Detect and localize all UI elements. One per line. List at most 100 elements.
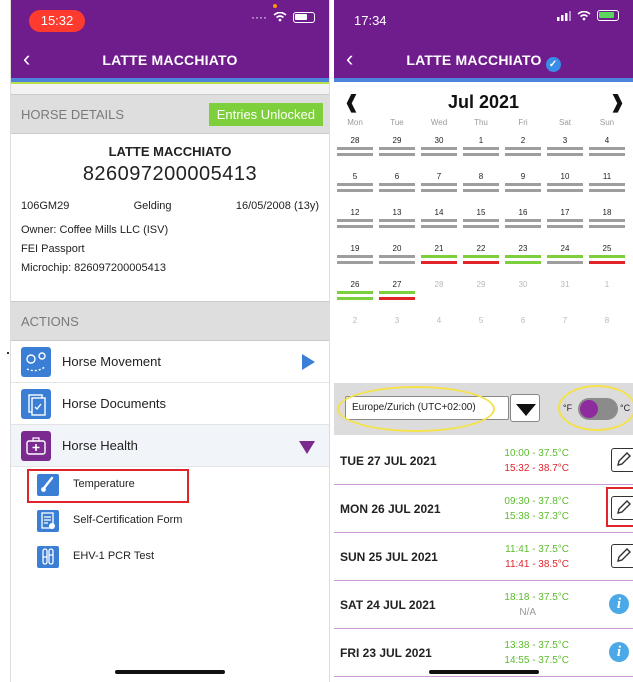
edit-pencil-icon[interactable]: [611, 448, 633, 472]
horse-movement-icon: [21, 347, 51, 377]
calendar-day[interactable]: 12: [334, 204, 376, 240]
reading-status-bar: [547, 189, 583, 192]
calendar-day[interactable]: 2: [334, 312, 376, 348]
reading-status-bar: [463, 219, 499, 222]
reading-status-bar: [337, 225, 373, 228]
calendar-day[interactable]: 8: [586, 312, 628, 348]
next-month-icon[interactable]: ❱: [610, 92, 625, 113]
day-number: 27: [392, 280, 402, 289]
calendar-day[interactable]: 5: [334, 168, 376, 204]
reading-status-bar: [547, 225, 583, 228]
action-horse-health[interactable]: Horse Health: [11, 425, 329, 467]
day-number: 5: [352, 172, 358, 181]
day-number: 12: [350, 208, 360, 217]
collapse-arrow-icon[interactable]: [299, 441, 315, 454]
day-number: 15: [476, 208, 486, 217]
temperature-row[interactable]: MON 26 JUL 2021 09:30 - 37.8°C 15:38 - 37.…: [334, 485, 633, 533]
calendar-day[interactable]: 14: [418, 204, 460, 240]
info-icon[interactable]: i: [609, 642, 629, 662]
home-indicator[interactable]: [115, 670, 225, 674]
day-number: 5: [478, 316, 484, 325]
weekday-label: Thu: [474, 118, 488, 127]
wifi-icon: [273, 12, 287, 22]
calendar-day[interactable]: 3: [544, 132, 586, 168]
day-number: 24: [560, 244, 570, 253]
calendar-day[interactable]: 16: [502, 204, 544, 240]
reading-date: SUN 25 JUL 2021: [340, 550, 438, 564]
reading-status-bar: [337, 153, 373, 156]
calendar-day[interactable]: 6: [376, 168, 418, 204]
documents-icon: [21, 389, 51, 419]
reading-status-bar: [337, 291, 373, 294]
calendar-day[interactable]: 4: [586, 132, 628, 168]
day-number: 2: [352, 316, 358, 325]
calendar-day[interactable]: 21: [418, 240, 460, 276]
reading-status-bar: [337, 219, 373, 222]
play-arrow-icon[interactable]: [302, 354, 315, 370]
reading-value: 15:32 - 38.7°C: [504, 463, 569, 474]
calendar-day[interactable]: 1: [586, 276, 628, 312]
temperature-row[interactable]: SUN 25 JUL 2021 11:41 - 37.5°C 11:41 - 38.…: [334, 533, 633, 581]
calendar-day[interactable]: 22: [460, 240, 502, 276]
calendar-day[interactable]: 13: [376, 204, 418, 240]
annotation-ellipse: [337, 386, 495, 432]
reading-status-bar: [505, 219, 541, 222]
calendar-week: 19 20 21 22 23 24 25: [334, 240, 633, 276]
calendar-day[interactable]: 24: [544, 240, 586, 276]
calendar-day[interactable]: 7: [418, 168, 460, 204]
calendar-day[interactable]: 28: [418, 276, 460, 312]
calendar-day[interactable]: 2: [502, 132, 544, 168]
calendar-day[interactable]: 7: [544, 312, 586, 348]
day-number: 9: [520, 172, 526, 181]
entries-unlocked-button[interactable]: Entries Unlocked: [208, 103, 323, 126]
temperature-row[interactable]: SAT 24 JUL 2021 18:18 - 37.5°C N/A i: [334, 581, 633, 629]
calendar-day[interactable]: 26: [334, 276, 376, 312]
action-horse-documents[interactable]: Horse Documents: [11, 383, 329, 425]
calendar-day[interactable]: 1: [460, 132, 502, 168]
day-number: 11: [602, 172, 612, 181]
calendar-day[interactable]: 20: [376, 240, 418, 276]
calendar-day[interactable]: 30: [502, 276, 544, 312]
calendar-day[interactable]: 5: [460, 312, 502, 348]
calendar-day[interactable]: 6: [502, 312, 544, 348]
calendar-day[interactable]: 9: [502, 168, 544, 204]
status-time: 17:34: [354, 13, 387, 28]
calendar-day[interactable]: 29: [460, 276, 502, 312]
calendar-day[interactable]: 31: [544, 276, 586, 312]
reading-values: 13:38 - 37.5°C 14:55 - 37.5°C: [504, 638, 569, 668]
home-indicator[interactable]: [428, 670, 539, 674]
calendar-day[interactable]: 17: [544, 204, 586, 240]
certificate-form-icon: [37, 510, 59, 532]
reading-value: 10:00 - 37.5°C: [504, 448, 569, 459]
calendar-day[interactable]: 3: [376, 312, 418, 348]
calendar-grid: 28 29 30 1 2 3 4 5 6 7 8 9 10 11 12 13 14 15 16 17 18 19 20 21 2…: [334, 132, 633, 348]
edit-pencil-icon[interactable]: [611, 544, 633, 568]
calendar-day[interactable]: 23: [502, 240, 544, 276]
calendar-day[interactable]: 8: [460, 168, 502, 204]
sub-action-ehv-test[interactable]: EHV-1 PCR Test: [11, 539, 329, 575]
calendar-day[interactable]: 30: [418, 132, 460, 168]
calendar-day[interactable]: 19: [334, 240, 376, 276]
calendar-day[interactable]: 25: [586, 240, 628, 276]
reading-status-bar: [589, 261, 625, 264]
reading-status-bar: [421, 219, 457, 222]
sub-action-temperature[interactable]: Temperature: [11, 467, 329, 503]
sub-action-self-certification[interactable]: Self-Certification Form: [11, 503, 329, 539]
action-horse-movement[interactable]: Horse Movement: [11, 341, 329, 383]
calendar-day[interactable]: 11: [586, 168, 628, 204]
calendar-day[interactable]: 4: [418, 312, 460, 348]
timezone-dropdown-button[interactable]: [510, 394, 540, 422]
calendar-day[interactable]: 10: [544, 168, 586, 204]
reading-status-bar: [379, 255, 415, 258]
calendar-day[interactable]: 18: [586, 204, 628, 240]
calendar-day[interactable]: 15: [460, 204, 502, 240]
calendar-day[interactable]: 29: [376, 132, 418, 168]
weekday-label: Mon: [347, 118, 363, 127]
reading-status-bar: [589, 255, 625, 258]
day-number: 6: [520, 316, 526, 325]
stray-dot: [7, 352, 9, 354]
temperature-row[interactable]: TUE 27 JUL 2021 10:00 - 37.5°C 15:32 - 38.…: [334, 437, 633, 485]
calendar-day[interactable]: 27: [376, 276, 418, 312]
info-icon[interactable]: i: [609, 594, 629, 614]
calendar-day[interactable]: 28: [334, 132, 376, 168]
